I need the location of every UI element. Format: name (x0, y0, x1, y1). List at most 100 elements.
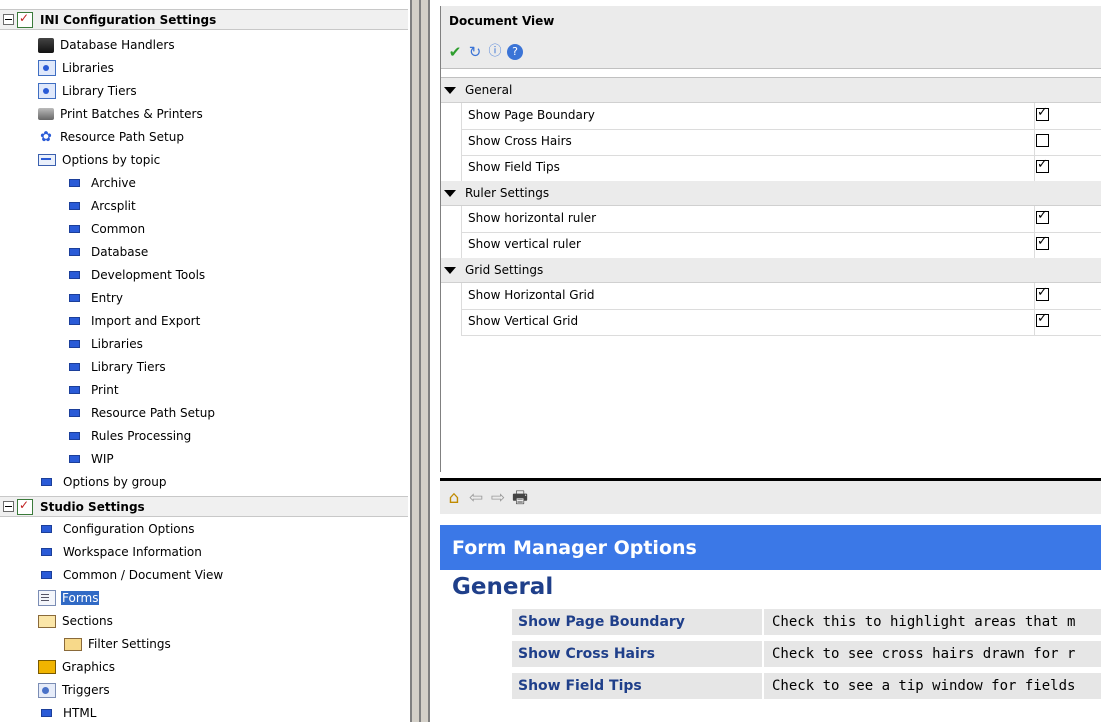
topic-item-import-export[interactable]: Import and Export (66, 310, 201, 332)
bullet-icon (69, 317, 80, 325)
pane-splitter[interactable] (410, 0, 430, 722)
refresh-icon[interactable]: ↻ (467, 44, 483, 60)
document-view-header: Document View (441, 6, 1101, 37)
bullet-icon (69, 432, 80, 440)
info-icon[interactable]: ⓘ (487, 44, 503, 60)
bullet-icon (69, 409, 80, 417)
tree-item-triggers[interactable]: Triggers (38, 679, 111, 701)
tree-item-libraries[interactable]: Libraries (38, 57, 115, 79)
bullet-icon (69, 225, 80, 233)
tree-item-workspace-information[interactable]: Workspace Information (38, 541, 203, 563)
bullet-icon (41, 548, 52, 556)
topic-item-common[interactable]: Common (66, 218, 146, 240)
help-row-description: Check to see a tip window for fields (764, 673, 1101, 699)
tree-item-library-tiers[interactable]: Library Tiers (38, 80, 138, 102)
home-icon[interactable]: ⌂ (444, 488, 464, 508)
help-row-description: Check this to highlight areas that m (764, 609, 1101, 635)
tree-item-configuration-options[interactable]: Configuration Options (38, 518, 196, 540)
grid-section-general[interactable]: General (441, 78, 1101, 103)
grid-row-show-page-boundary: Show Page Boundary (461, 103, 1101, 130)
show-vertical-ruler-checkbox[interactable] (1036, 234, 1049, 250)
help-row-key: Show Cross Hairs (512, 641, 764, 667)
topic-item-entry[interactable]: Entry (66, 287, 124, 309)
library-icon (38, 60, 56, 76)
form-icon (38, 590, 56, 606)
collapse-icon[interactable] (3, 14, 14, 25)
settings-check-icon (17, 498, 33, 515)
show-cross-hairs-checkbox[interactable] (1036, 134, 1049, 147)
studio-settings-header[interactable]: Studio Settings (0, 496, 408, 517)
ini-config-header[interactable]: INI Configuration Settings (0, 9, 408, 30)
apply-check-icon[interactable]: ✔ (447, 44, 463, 60)
help-pane: Form Manager Options General Show Page B… (440, 514, 1101, 722)
show-page-boundary-checkbox[interactable] (1036, 105, 1049, 121)
triggers-icon (38, 682, 56, 698)
settings-tree: INI Configuration Settings Database Hand… (0, 0, 410, 722)
sections-icon (38, 614, 56, 628)
grid-header (441, 68, 1101, 78)
bullet-icon (69, 202, 80, 210)
collapse-icon[interactable] (3, 501, 14, 512)
collapse-arrow-icon[interactable] (444, 189, 456, 197)
document-view-title: Document View (449, 14, 555, 28)
tree-item-html[interactable]: HTML (38, 702, 97, 722)
tree-item-print-batches[interactable]: Print Batches & Printers (38, 103, 204, 125)
tree-item-resource-path-setup[interactable]: ✿ Resource Path Setup (38, 126, 185, 148)
resource-path-icon: ✿ (40, 129, 52, 145)
library-icon (38, 83, 56, 99)
topic-item-development-tools[interactable]: Development Tools (66, 264, 206, 286)
print-icon[interactable]: 🖶 (510, 488, 530, 508)
grid-section-grid-settings[interactable]: Grid Settings (441, 258, 1101, 283)
tree-item-options-by-topic[interactable]: Options by topic (38, 149, 161, 171)
tree-item-common-document-view[interactable]: Common / Document View (38, 564, 224, 586)
grid-section-ruler-settings[interactable]: Ruler Settings (441, 181, 1101, 206)
show-horizontal-ruler-checkbox[interactable] (1036, 208, 1049, 224)
bullet-icon (69, 340, 80, 348)
bullet-icon (41, 709, 52, 717)
topic-item-wip[interactable]: WIP (66, 448, 115, 470)
topic-item-resource-path-setup[interactable]: Resource Path Setup (66, 402, 216, 424)
topic-item-archive[interactable]: Archive (66, 172, 137, 194)
tree-item-forms[interactable]: Forms (38, 587, 100, 609)
help-icon[interactable]: ? (507, 44, 523, 60)
forward-arrow-icon[interactable]: ⇨ (488, 488, 508, 508)
tree-item-filter-settings[interactable]: Filter Settings (64, 633, 172, 655)
document-view-toolbar: ✔ ↻ ⓘ ? (441, 36, 1101, 69)
grid-row-show-field-tips: Show Field Tips (461, 155, 1101, 182)
tree-item-sections[interactable]: Sections (38, 610, 114, 632)
bullet-icon (69, 248, 80, 256)
grid-row-show-horizontal-grid: Show Horizontal Grid (461, 283, 1101, 310)
show-field-tips-checkbox[interactable] (1036, 157, 1049, 173)
help-row: Show Cross Hairs Check to see cross hair… (512, 641, 1101, 667)
grid-row-show-vertical-grid: Show Vertical Grid (461, 309, 1101, 336)
help-row-description: Check to see cross hairs drawn for r (764, 641, 1101, 667)
help-heading: General (452, 574, 554, 600)
help-row-key: Show Field Tips (512, 673, 764, 699)
grid-row-show-cross-hairs: Show Cross Hairs (461, 129, 1101, 156)
tree-item-options-by-group[interactable]: Options by group (38, 471, 168, 493)
expanded-folder-icon (38, 154, 56, 166)
bullet-icon (69, 386, 80, 394)
graphics-icon (38, 660, 56, 674)
back-arrow-icon[interactable]: ⇦ (466, 488, 486, 508)
tree-item-database-handlers[interactable]: Database Handlers (38, 34, 176, 56)
topic-item-libraries[interactable]: Libraries (66, 333, 144, 355)
collapse-arrow-icon[interactable] (444, 266, 456, 274)
printer-icon (38, 108, 54, 120)
topic-item-library-tiers[interactable]: Library Tiers (66, 356, 167, 378)
show-horizontal-grid-checkbox[interactable] (1036, 285, 1049, 301)
tree-item-graphics[interactable]: Graphics (38, 656, 116, 678)
bullet-icon (41, 478, 52, 486)
topic-item-print[interactable]: Print (66, 379, 120, 401)
grid-row-show-horizontal-ruler: Show horizontal ruler (461, 206, 1101, 233)
topic-item-arcsplit[interactable]: Arcsplit (66, 195, 137, 217)
collapse-arrow-icon[interactable] (444, 86, 456, 94)
topic-item-database[interactable]: Database (66, 241, 149, 263)
show-vertical-grid-checkbox[interactable] (1036, 311, 1049, 327)
bullet-icon (41, 571, 52, 579)
bullet-icon (69, 271, 80, 279)
help-row-key: Show Page Boundary (512, 609, 764, 635)
topic-item-rules-processing[interactable]: Rules Processing (66, 425, 192, 447)
database-icon (38, 37, 54, 53)
help-row: Show Field Tips Check to see a tip windo… (512, 673, 1101, 699)
